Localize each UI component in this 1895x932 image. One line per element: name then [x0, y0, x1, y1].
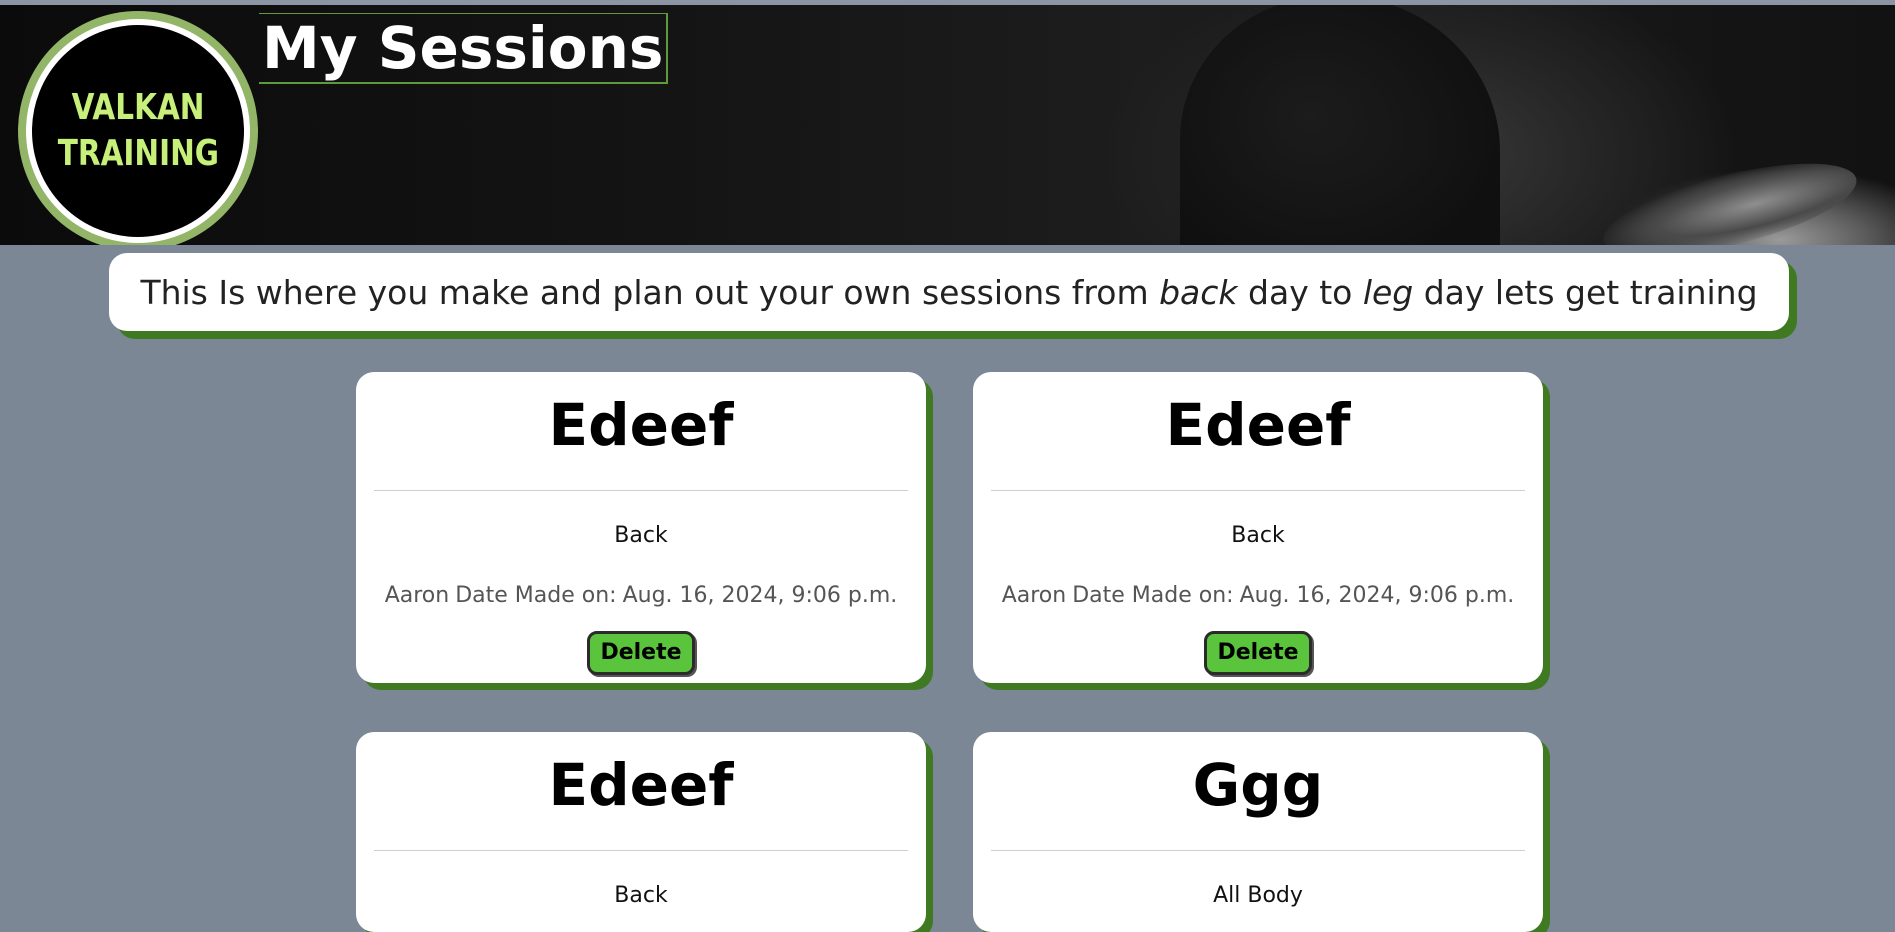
- session-date: Aug. 16, 2024, 9:06 p.m.: [1239, 583, 1515, 608]
- hero-background-figure: [1180, 5, 1500, 245]
- session-title: Edeef: [548, 391, 734, 459]
- session-title: Edeef: [1165, 391, 1351, 459]
- hero-background-highlight: [1595, 144, 1865, 245]
- valkan-training-logo[interactable]: VALKAN TRAINING: [18, 11, 258, 245]
- session-type: Back: [614, 523, 668, 548]
- logo-ring: VALKAN TRAINING: [26, 19, 250, 243]
- intro-text-middle: day to: [1237, 272, 1363, 312]
- session-date-label: Date Made on:: [1072, 583, 1234, 608]
- session-type: Back: [614, 883, 668, 908]
- session-meta: Aaron Date Made on: Aug. 16, 2024, 9:06 p.…: [356, 581, 926, 611]
- session-title: Ggg: [1192, 751, 1324, 819]
- session-author: Aaron: [1001, 583, 1067, 608]
- page-title: My Sessions: [259, 13, 669, 84]
- intro-text-end: day lets get training: [1413, 272, 1758, 312]
- hero-banner: VALKAN TRAINING My Sessions: [0, 0, 1895, 245]
- session-card: Ggg All Body: [973, 732, 1543, 932]
- session-date: Aug. 16, 2024, 9:06 p.m.: [622, 583, 898, 608]
- session-author: Aaron: [384, 583, 450, 608]
- session-date-label: Date Made on:: [455, 583, 617, 608]
- intro-emphasis-leg: leg: [1362, 272, 1414, 312]
- session-title: Edeef: [548, 751, 734, 819]
- session-card: Edeef Back Aaron Date Made on: Aug. 16, 20…: [973, 372, 1543, 683]
- delete-session-button[interactable]: Delete: [1204, 631, 1312, 675]
- session-divider: [991, 490, 1525, 491]
- session-divider: [991, 850, 1525, 851]
- session-card: Edeef Back: [356, 732, 926, 932]
- logo-text-line-1: VALKAN: [71, 87, 205, 128]
- intro-banner: This Is where you make and plan out your…: [109, 253, 1789, 331]
- session-divider: [374, 850, 908, 851]
- intro-text-start: This Is where you make and plan out your…: [140, 272, 1160, 312]
- session-meta: Aaron Date Made on: Aug. 16, 2024, 9:06 p.…: [973, 581, 1543, 611]
- session-type: All Body: [1213, 883, 1303, 908]
- session-type: Back: [1231, 523, 1285, 548]
- delete-session-button[interactable]: Delete: [587, 631, 695, 675]
- intro-emphasis-back: back: [1159, 272, 1238, 312]
- session-divider: [374, 490, 908, 491]
- logo-text-line-2: TRAINING: [57, 133, 219, 174]
- session-card: Edeef Back Aaron Date Made on: Aug. 16, 20…: [356, 372, 926, 683]
